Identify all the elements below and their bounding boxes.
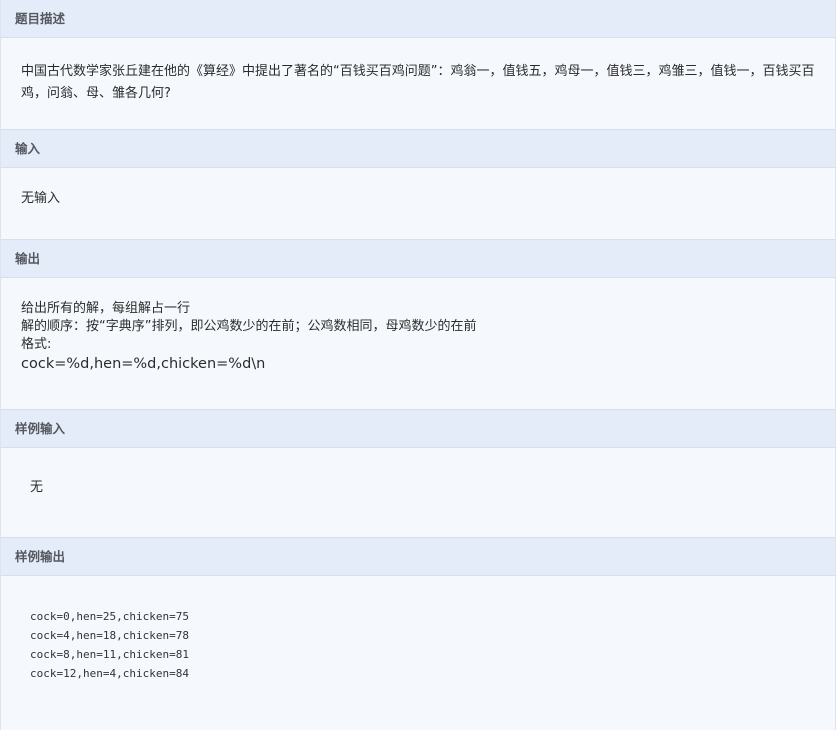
- sample-output-line: cock=12,hen=4,chicken=84: [30, 667, 189, 680]
- input-body: 无输入: [1, 168, 835, 239]
- description-header: 题目描述: [1, 0, 835, 38]
- output-line: 给出所有的解，每组解占一行: [21, 301, 191, 316]
- output-line: 格式:: [21, 337, 52, 352]
- sample-output-body: cock=0,hen=25,chicken=75 cock=4,hen=18,c…: [1, 576, 835, 722]
- input-text: 无输入: [21, 191, 61, 206]
- output-format: cock=%d,hen=%d,chicken=%d\n: [21, 356, 266, 372]
- output-line: 解的顺序：按“字典序”排列，即公鸡数少的在前；公鸡数相同，母鸡数少的在前: [21, 319, 477, 334]
- sample-output-header: 样例输出: [1, 537, 835, 576]
- sample-input-header: 样例输入: [1, 409, 835, 448]
- sample-output-line: cock=8,hen=11,chicken=81: [30, 648, 189, 661]
- output-header: 输出: [1, 239, 835, 278]
- sample-output-line: cock=0,hen=25,chicken=75: [30, 610, 189, 623]
- sample-input-text: 无: [30, 480, 44, 495]
- description-body: 中国古代数学家张丘建在他的《算经》中提出了著名的“百钱买百鸡问题”：鸡翁一，值钱…: [1, 38, 835, 129]
- description-text: 中国古代数学家张丘建在他的《算经》中提出了著名的“百钱买百鸡问题”：鸡翁一，值钱…: [21, 64, 815, 101]
- sample-input-body: 无: [1, 448, 835, 537]
- input-header: 输入: [1, 129, 835, 168]
- sample-output-line: cock=4,hen=18,chicken=78: [30, 629, 189, 642]
- problem-page: 题目描述 中国古代数学家张丘建在他的《算经》中提出了著名的“百钱买百鸡问题”：鸡…: [0, 0, 836, 730]
- output-body: 给出所有的解，每组解占一行 解的顺序：按“字典序”排列，即公鸡数少的在前；公鸡数…: [1, 278, 835, 409]
